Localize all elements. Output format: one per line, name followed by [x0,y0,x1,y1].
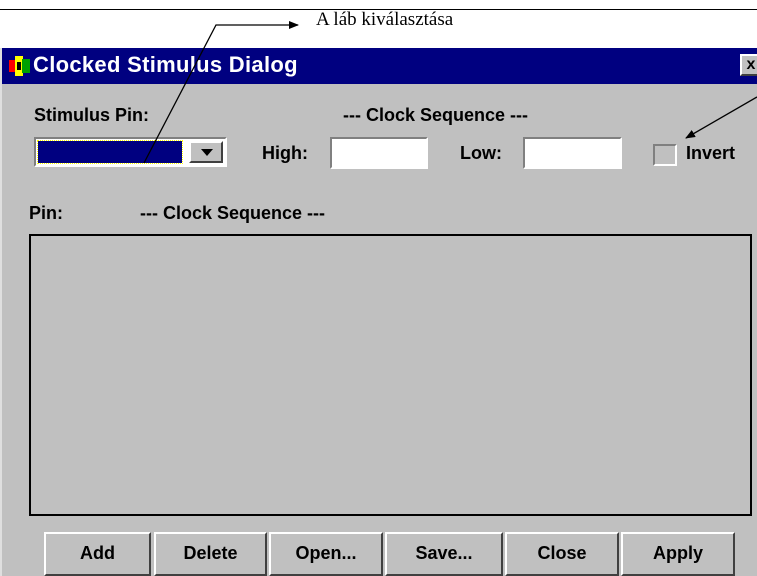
clock-sequence-header: --- Clock Sequence --- [343,105,529,125]
delete-button[interactable]: Delete [154,532,267,576]
open-button[interactable]: Open... [269,532,383,576]
sequence-column-header: --- Clock Sequence --- [140,203,326,223]
stimulus-pin-label: Stimulus Pin: [34,105,150,125]
high-input[interactable] [330,137,428,169]
add-button[interactable]: Add [44,532,151,576]
low-label: Low: [460,143,502,163]
clock-sequence-list[interactable] [29,234,752,516]
low-input[interactable] [523,137,622,169]
app-icon [9,56,30,76]
dialog-title: Clocked Stimulus Dialog [33,52,298,77]
pin-column-header: Pin: [29,203,63,223]
stimulus-pin-selected-value [37,140,183,164]
stimulus-pin-select[interactable] [34,137,227,167]
save-button[interactable]: Save... [385,532,503,576]
title-bar[interactable]: Clocked Stimulus Dialog x [2,48,757,84]
high-label: High: [262,143,308,163]
chevron-down-icon[interactable] [189,141,223,163]
annotation-label: A láb kiválasztása [316,9,454,30]
invert-checkbox[interactable] [653,144,677,166]
clocked-stimulus-dialog: Clocked Stimulus Dialog x Stimulus Pin: … [0,48,757,576]
close-icon[interactable]: x [740,54,757,76]
apply-button[interactable]: Apply [621,532,735,576]
invert-label[interactable]: Invert [686,143,735,164]
close-button[interactable]: Close [505,532,619,576]
